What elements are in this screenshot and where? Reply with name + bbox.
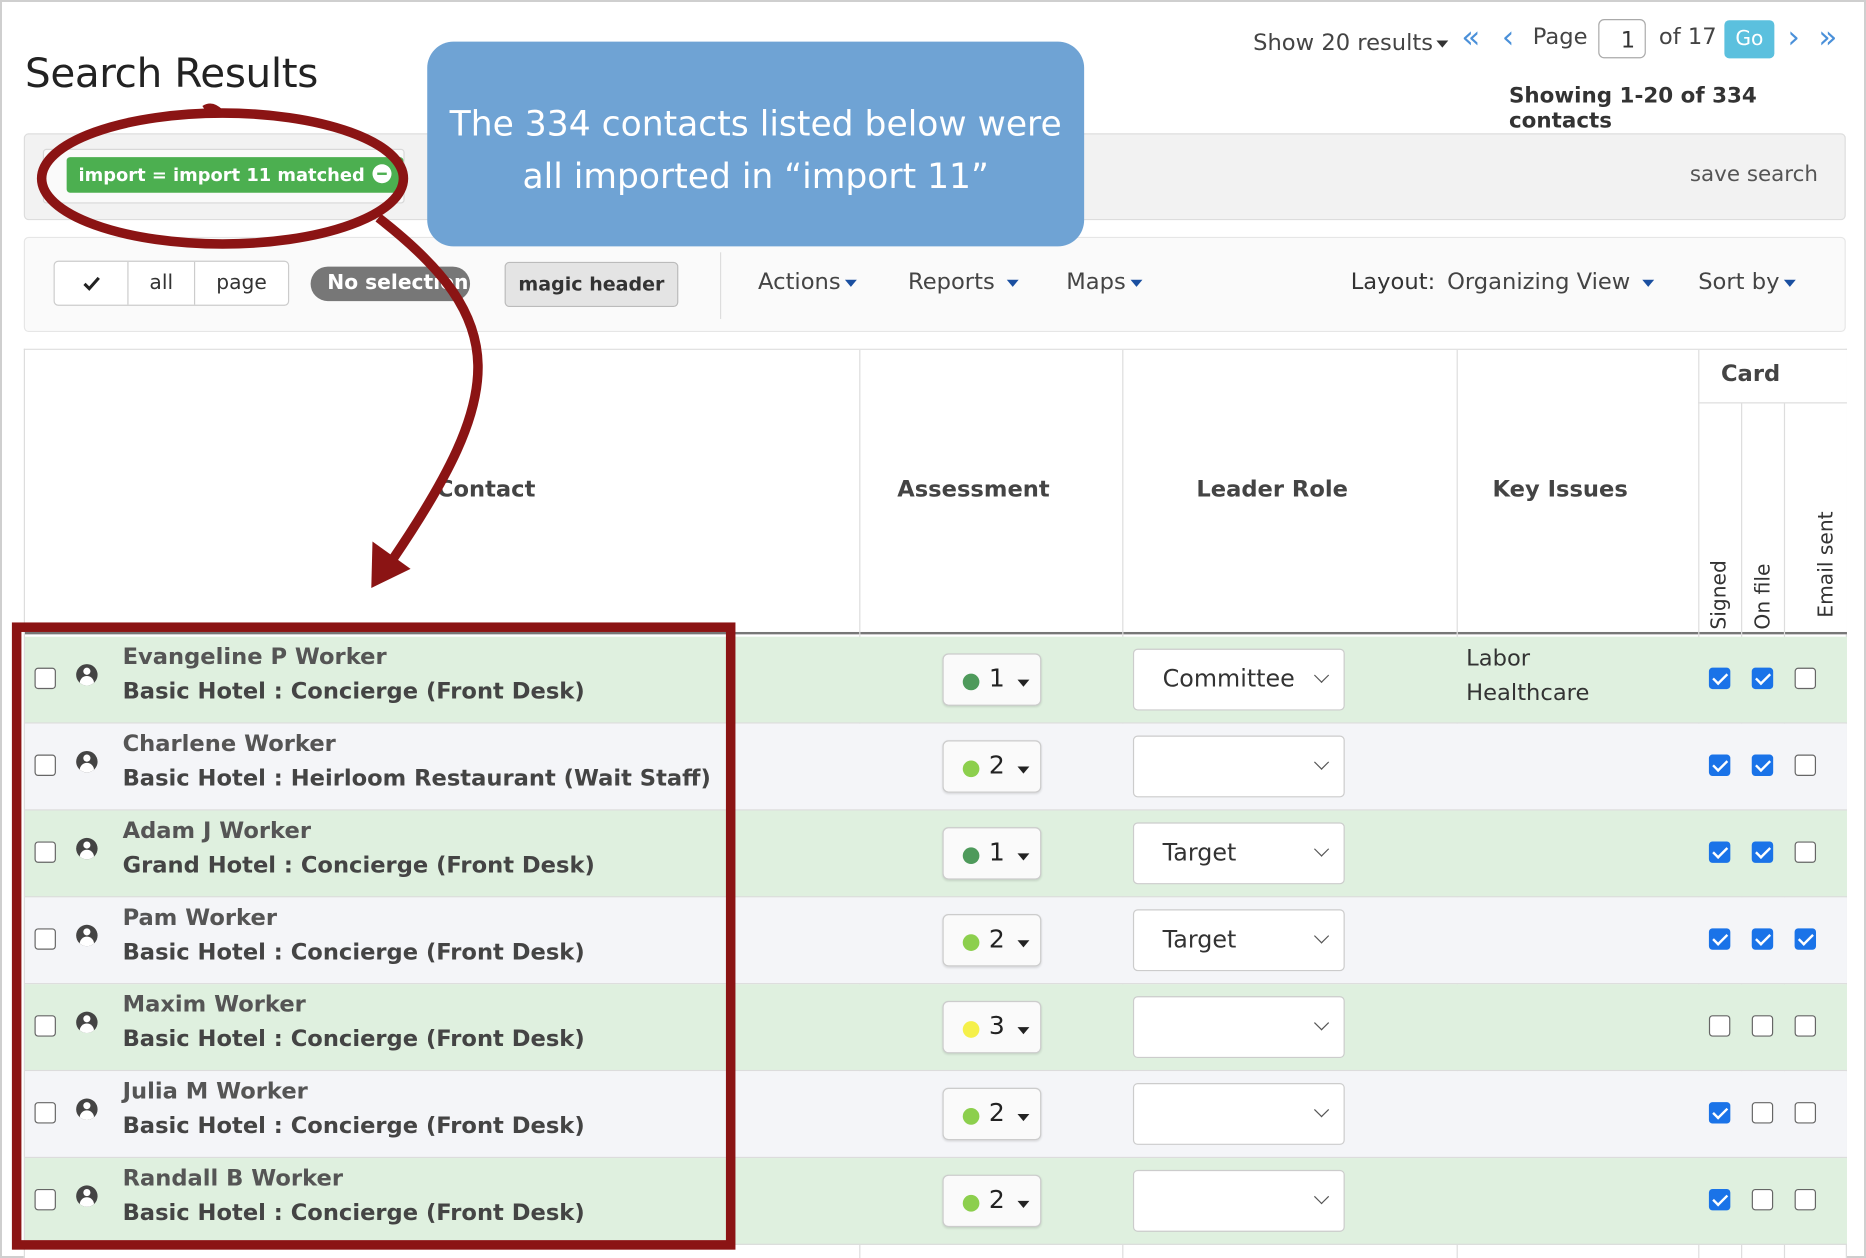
stage: Search Results Show 20 results « ‹ Page … [0, 0, 1866, 1258]
callout-line-2: all imported in “import 11” [522, 155, 989, 197]
annotation-callout: The 334 contacts listed below were all i… [427, 41, 1085, 247]
annotation-arrow-curve [375, 214, 483, 563]
callout-line-1: The 334 contacts listed below were [449, 103, 1062, 145]
annotation-highlight-box [11, 622, 736, 1250]
annotation-ellipse-tail [202, 103, 224, 117]
annotation-ellipse [36, 108, 409, 249]
